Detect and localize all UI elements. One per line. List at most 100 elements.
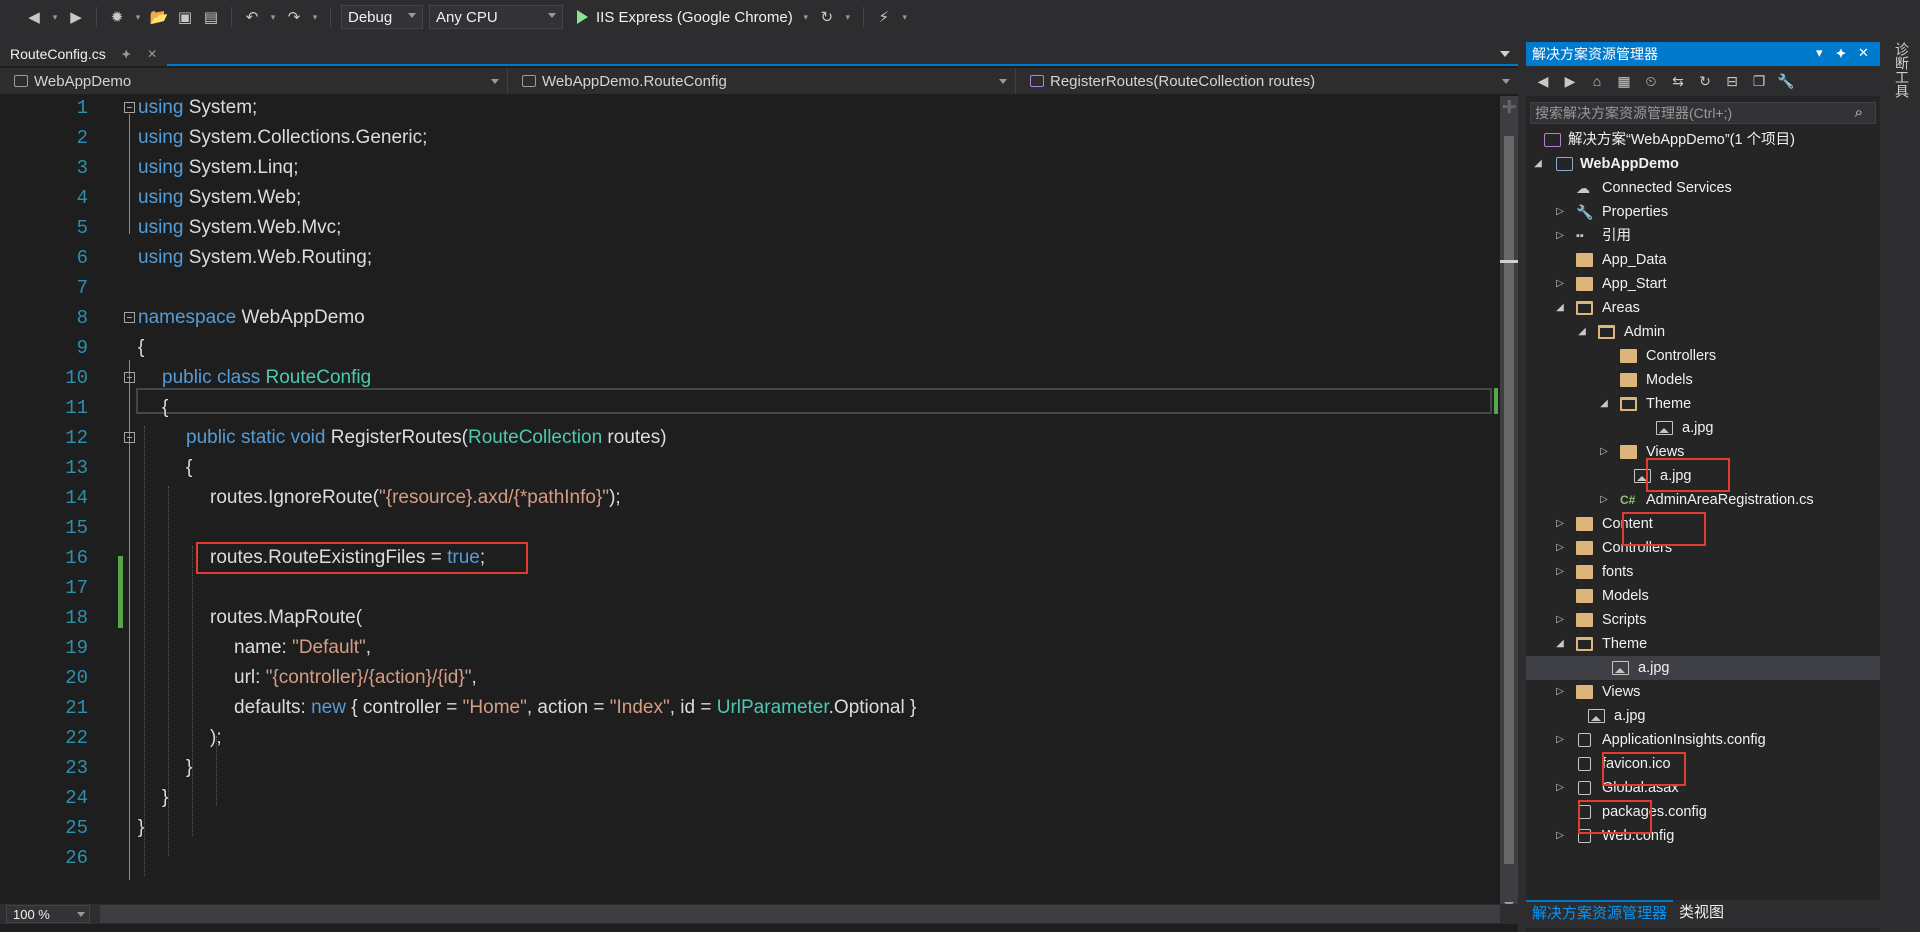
collapse-icon[interactable] — [124, 312, 135, 323]
tree-item-folder[interactable]: ▷ Content — [1526, 512, 1880, 536]
run-target-dropdown-icon[interactable]: ▾ — [801, 12, 811, 23]
tree-item-folder[interactable]: ▷ Scripts — [1526, 608, 1880, 632]
tree-item-file[interactable]: a.jpg — [1526, 464, 1880, 488]
expand-arrow-icon[interactable]: ▷ — [1554, 536, 1566, 560]
browser-link-icon[interactable]: ⚡ — [874, 7, 894, 27]
tree-item-folder[interactable]: ▷ fonts — [1526, 560, 1880, 584]
split-window-icon[interactable]: ➕ — [1502, 100, 1517, 114]
tree-item-file[interactable]: packages.config — [1526, 800, 1880, 824]
forward-icon[interactable]: ▶ — [66, 7, 86, 27]
pin-icon[interactable]: ⯌ — [122, 47, 131, 62]
type-dropdown[interactable]: WebAppDemo.RouteConfig — [508, 68, 1016, 94]
tab-overflow-icon[interactable] — [1500, 51, 1510, 57]
collapse-arrow-icon[interactable]: ◢ — [1576, 320, 1588, 344]
tree-item-file[interactable]: ▷ Web.config — [1526, 824, 1880, 848]
member-dropdown[interactable]: RegisterRoutes(RouteCollection routes) — [1016, 68, 1518, 94]
undo-dropdown-icon[interactable]: ▾ — [268, 12, 278, 23]
redo-icon[interactable]: ↷ — [284, 7, 304, 27]
expand-arrow-icon[interactable]: ▷ — [1554, 560, 1566, 584]
collapse-arrow-icon[interactable]: ◢ — [1532, 152, 1544, 176]
expand-arrow-icon[interactable]: ▷ — [1554, 512, 1566, 536]
tree-item-references[interactable]: ▷ ▪▪ 引用 — [1526, 224, 1880, 248]
tree-item-solution[interactable]: 解决方案“WebAppDemo”(1 个项目) — [1526, 128, 1880, 152]
tree-item-folder[interactable]: ◢ Admin — [1526, 320, 1880, 344]
refresh-browser-icon[interactable]: ↻ — [817, 7, 837, 27]
auto-hide-pin-icon[interactable]: ⯌ — [1836, 45, 1846, 61]
tree-item-properties[interactable]: ▷ 🔧 Properties — [1526, 200, 1880, 224]
collapse-icon[interactable] — [124, 432, 135, 443]
code-text-area[interactable]: 1 using System; 2 using System.Collectio… — [0, 96, 1500, 896]
tree-item-folder[interactable]: ▷ App_Start — [1526, 272, 1880, 296]
save-all-icon[interactable]: ▤ — [201, 7, 221, 27]
tree-item-file[interactable]: a.jpg — [1526, 416, 1880, 440]
new-project-icon[interactable]: ✹ — [107, 7, 127, 27]
tree-item-file[interactable]: a.jpg — [1526, 656, 1880, 680]
tree-item-folder[interactable]: ▷ Views — [1526, 680, 1880, 704]
project-dropdown[interactable]: WebAppDemo — [0, 68, 508, 94]
expand-arrow-icon[interactable]: ▷ — [1554, 224, 1566, 248]
tree-item-file[interactable]: ▷ C# AdminAreaRegistration.cs — [1526, 488, 1880, 512]
expand-arrow-icon[interactable]: ▷ — [1554, 776, 1566, 800]
tree-item-project[interactable]: ◢ WebAppDemo — [1526, 152, 1880, 176]
tab-routeconfig[interactable]: RouteConfig.cs ⯌ ✕ — [0, 42, 168, 66]
back-icon[interactable]: ◀ — [24, 7, 44, 27]
tree-item-file[interactable]: ▷ ApplicationInsights.config — [1526, 728, 1880, 752]
toolbar-overflow-icon[interactable]: ▾ — [900, 12, 910, 23]
pending-changes-icon[interactable]: ⏲ — [1642, 72, 1660, 90]
forward-icon[interactable]: ▶ — [1561, 72, 1579, 90]
collapse-icon[interactable] — [124, 102, 135, 113]
tab-solution-explorer[interactable]: 解决方案资源管理器 — [1526, 900, 1674, 928]
save-icon[interactable]: ▣ — [175, 7, 195, 27]
diagnostic-tools-tab[interactable]: 诊断工具 — [1892, 42, 1912, 98]
collapse-arrow-icon[interactable]: ◢ — [1554, 296, 1566, 320]
tree-item-folder[interactable]: Models — [1526, 368, 1880, 392]
expand-arrow-icon[interactable]: ▷ — [1598, 488, 1610, 512]
back-icon[interactable]: ◀ — [1534, 72, 1552, 90]
collapse-arrow-icon[interactable]: ◢ — [1554, 632, 1566, 656]
expand-arrow-icon[interactable]: ▷ — [1554, 200, 1566, 224]
collapse-icon[interactable] — [124, 372, 135, 383]
sync-icon[interactable]: ⇆ — [1669, 72, 1687, 90]
tree-item-folder[interactable]: ▷ Views — [1526, 440, 1880, 464]
expand-arrow-icon[interactable]: ▷ — [1554, 728, 1566, 752]
refresh-dropdown-icon[interactable]: ▾ — [843, 12, 853, 23]
collapse-arrow-icon[interactable]: ◢ — [1598, 392, 1610, 416]
close-icon[interactable]: ✕ — [147, 47, 157, 61]
new-project-dropdown-icon[interactable]: ▾ — [133, 12, 143, 23]
expand-arrow-icon[interactable]: ▷ — [1554, 272, 1566, 296]
collapse-all-icon[interactable]: ⊟ — [1723, 72, 1741, 90]
tree-item-file[interactable]: favicon.ico — [1526, 752, 1880, 776]
tree-item-file[interactable]: ▷ Global.asax — [1526, 776, 1880, 800]
open-folder-icon[interactable]: 📂 — [149, 7, 169, 27]
solution-platform-select[interactable]: Any CPU — [429, 5, 563, 29]
properties-icon[interactable]: 🔧 — [1777, 72, 1795, 90]
zoom-select[interactable]: 100 % — [6, 905, 90, 923]
tree-item-folder[interactable]: ◢ Theme — [1526, 632, 1880, 656]
redo-dropdown-icon[interactable]: ▾ — [310, 12, 320, 23]
tree-item-folder[interactable]: ◢ Theme — [1526, 392, 1880, 416]
tree-item-folder[interactable]: ◢ Areas — [1526, 296, 1880, 320]
search-icon[interactable]: ⌕ — [1855, 104, 1863, 121]
tab-class-view[interactable]: 类视图 — [1673, 900, 1730, 928]
expand-arrow-icon[interactable]: ▷ — [1598, 440, 1610, 464]
undo-icon[interactable]: ↶ — [242, 7, 262, 27]
solution-configuration-select[interactable]: Debug — [341, 5, 423, 29]
solution-explorer-search-input[interactable]: 搜索解决方案资源管理器(Ctrl+;) ⌕ — [1530, 102, 1876, 124]
close-icon[interactable]: ✕ — [1858, 45, 1869, 61]
show-all-files-icon[interactable]: ❐ — [1750, 72, 1768, 90]
expand-arrow-icon[interactable]: ▷ — [1554, 608, 1566, 632]
switch-views-icon[interactable]: ▦ — [1615, 72, 1633, 90]
window-position-icon[interactable]: ▾ — [1816, 45, 1823, 61]
expand-arrow-icon[interactable]: ▷ — [1554, 824, 1566, 848]
tree-item-folder[interactable]: ▷ Controllers — [1526, 536, 1880, 560]
tree-item-folder[interactable]: Models — [1526, 584, 1880, 608]
back-dropdown-icon[interactable]: ▾ — [50, 12, 60, 23]
vertical-scrollbar[interactable]: ➕ — [1500, 96, 1518, 910]
tree-item-folder[interactable]: Controllers — [1526, 344, 1880, 368]
start-debugging-button[interactable]: IIS Express (Google Chrome) ▾ — [577, 9, 811, 26]
home-icon[interactable]: ⌂ — [1588, 72, 1606, 90]
scrollbar-thumb[interactable] — [1504, 136, 1514, 864]
horizontal-scrollbar[interactable] — [100, 905, 1500, 923]
refresh-icon[interactable]: ↻ — [1696, 72, 1714, 90]
tree-item-file[interactable]: a.jpg — [1526, 704, 1880, 728]
